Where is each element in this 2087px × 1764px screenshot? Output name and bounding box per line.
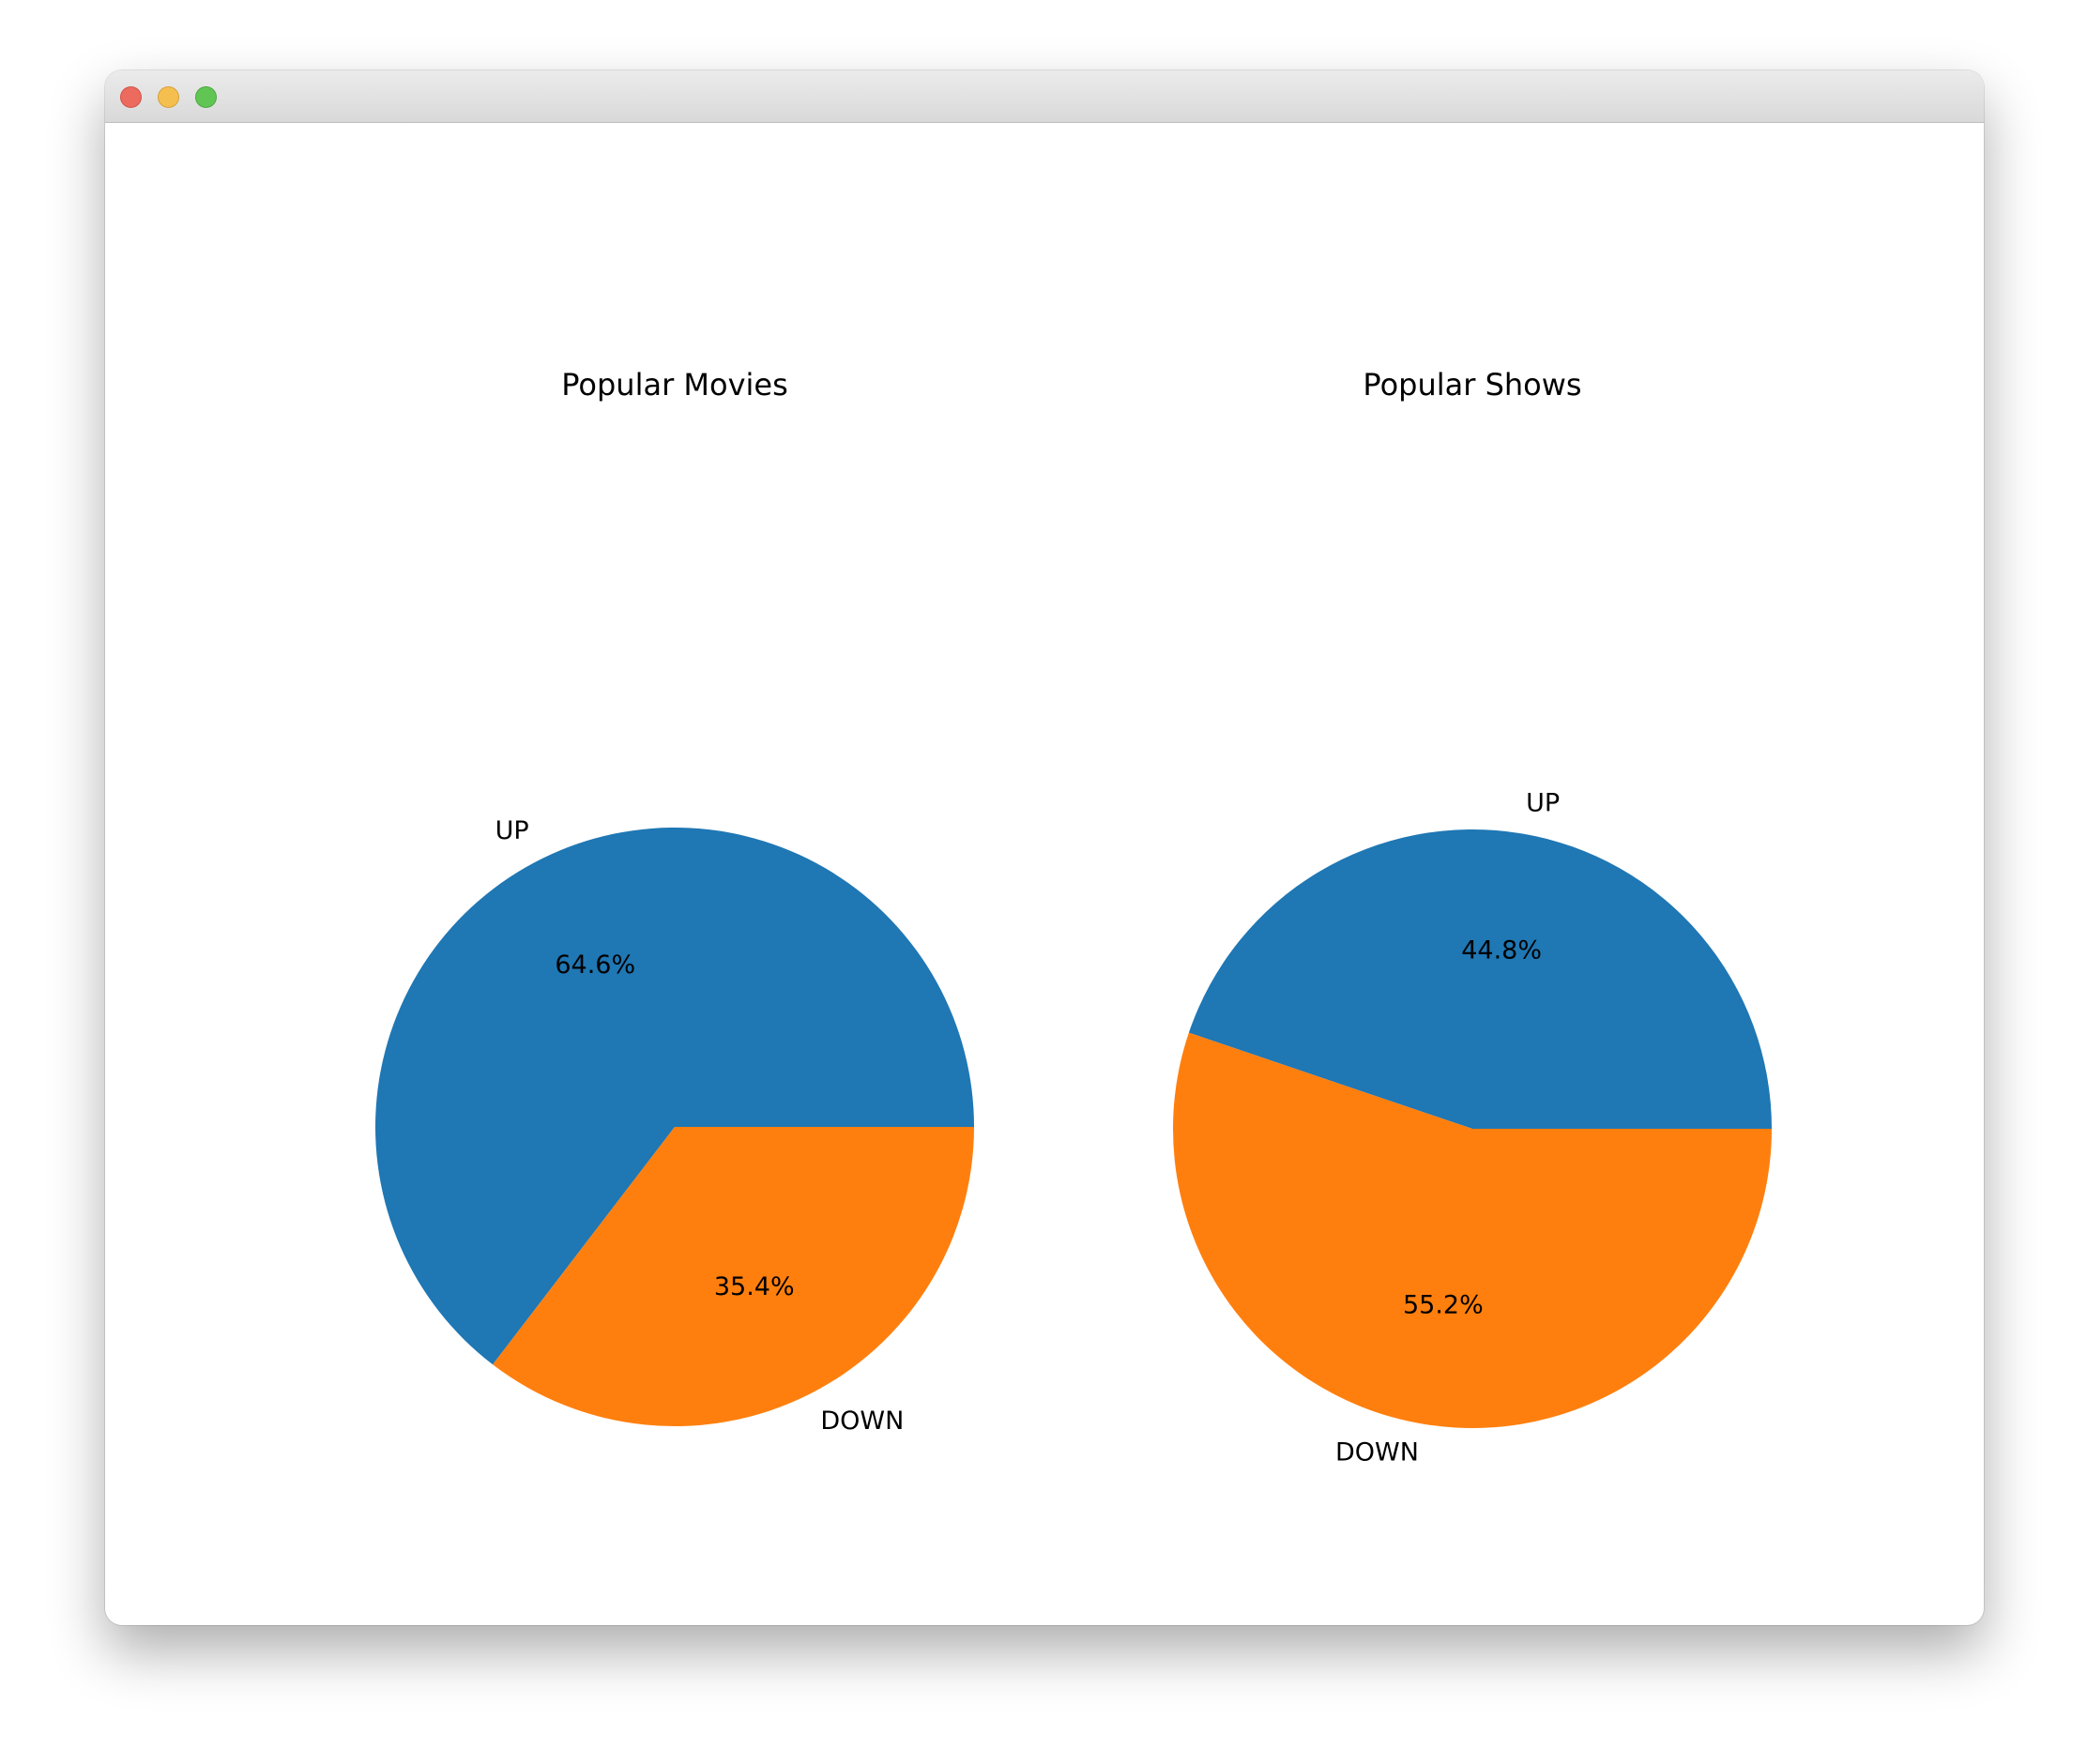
figure-canvas: Popular Movies UP 64.6% DOWN 35.4% Popular …	[105, 123, 1984, 1625]
slice-percent-up: 64.6%	[555, 950, 635, 980]
pie-chart-shows: Popular Shows UP 44.8% DOWN 55.2%	[1173, 367, 1773, 1467]
slice-label-down: DOWN	[820, 1407, 904, 1436]
app-window: Popular Movies UP 64.6% DOWN 35.4% Popular …	[105, 70, 1984, 1625]
minimize-window-button[interactable]	[158, 86, 179, 108]
chart-title: Popular Shows	[1363, 367, 1581, 403]
slice-label-down: DOWN	[1335, 1438, 1419, 1467]
slice-label-up: UP	[495, 816, 529, 845]
slice-percent-down: 35.4%	[714, 1272, 795, 1301]
slice-percent-down: 55.2%	[1403, 1290, 1484, 1319]
slice-label-up: UP	[1526, 788, 1560, 817]
close-window-button[interactable]	[120, 86, 142, 108]
chart-title: Popular Movies	[561, 367, 788, 403]
maximize-window-button[interactable]	[195, 86, 217, 108]
pie-chart-movies: Popular Movies UP 64.6% DOWN 35.4%	[374, 367, 974, 1436]
pie-charts-figure: Popular Movies UP 64.6% DOWN 35.4% Popular …	[374, 367, 1773, 1467]
slice-percent-up: 44.8%	[1461, 936, 1542, 966]
window-titlebar[interactable]	[105, 70, 1984, 123]
